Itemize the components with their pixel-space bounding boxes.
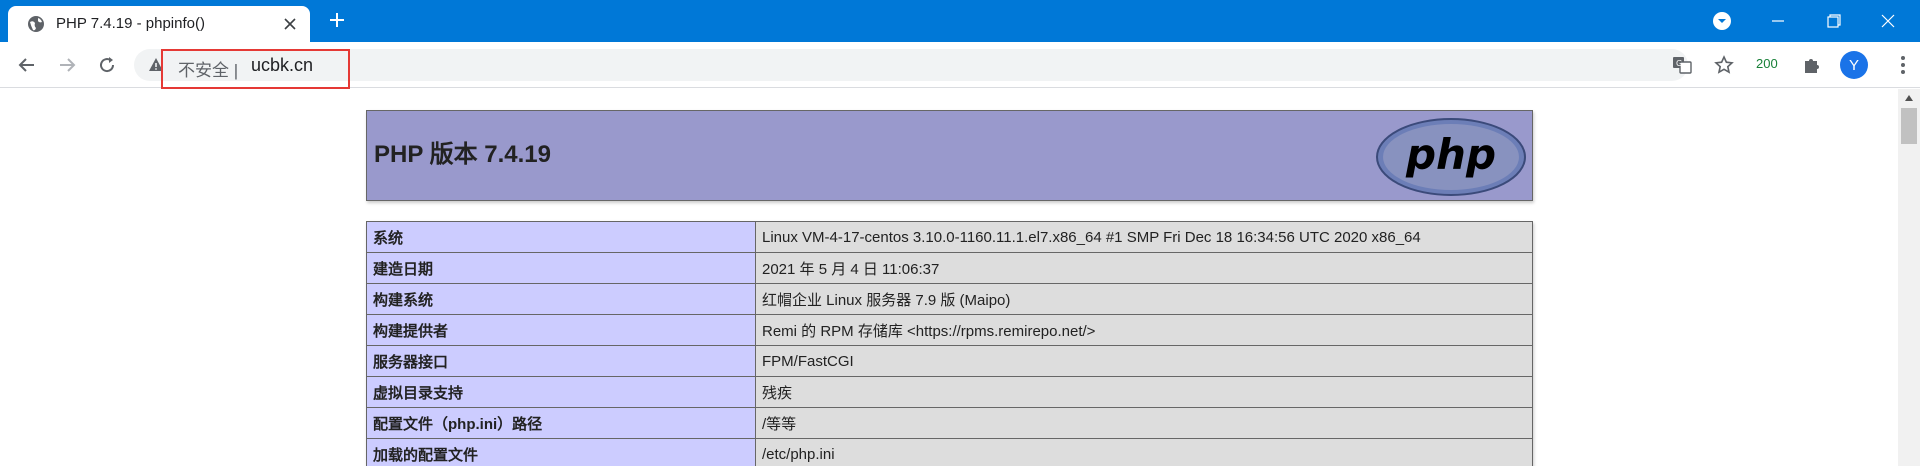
globe-icon — [28, 16, 44, 32]
forward-arrow-icon[interactable] — [53, 51, 81, 79]
php-logo-text: php — [1405, 130, 1496, 179]
restore-icon[interactable] — [1818, 6, 1850, 36]
row-label: 构建提供者 — [366, 314, 756, 346]
close-window-icon[interactable] — [1872, 6, 1904, 36]
row-value: 2021 年 5 月 4 日 11:06:37 — [755, 252, 1533, 284]
row-label: 建造日期 — [366, 252, 756, 284]
row-value: Remi 的 RPM 存储库 <https://rpms.remirepo.ne… — [755, 314, 1533, 346]
table-row: 加载的配置文件/etc/php.ini — [366, 438, 1533, 466]
profile-dropdown-icon[interactable] — [1706, 6, 1738, 36]
table-row: 构建系统 红帽企业 Linux 服务器 7.9 版 (Maipo) — [366, 283, 1533, 315]
row-value: /etc/php.ini — [755, 438, 1533, 466]
title-bar: PHP 7.4.19 - phpinfo() — [0, 0, 1920, 42]
row-label: 服务器接口 — [366, 345, 756, 377]
translate-icon[interactable]: G — [1672, 55, 1692, 75]
row-value: Linux VM-4-17-centos 3.10.0-1160.11.1.el… — [755, 221, 1533, 253]
row-label: 配置文件（php.ini）路径 — [366, 407, 756, 439]
profile-avatar[interactable]: Y — [1840, 51, 1868, 79]
php-header: PHP 版本 7.4.19 php — [366, 110, 1533, 201]
row-value: FPM/FastCGI — [755, 345, 1533, 377]
new-tab-icon[interactable] — [326, 9, 348, 31]
table-row: 构建提供者 Remi 的 RPM 存储库 <https://rpms.remire… — [366, 314, 1533, 346]
row-label: 加载的配置文件 — [366, 438, 756, 466]
row-value: 残疾 — [755, 376, 1533, 408]
info-table: 系统 Linux VM-4-17-centos 3.10.0-1160.11.1.… — [366, 221, 1533, 466]
address-bar[interactable]: 不安全 | ucbk.cn G — [134, 49, 1692, 81]
scroll-up-arrow-icon[interactable] — [1904, 94, 1914, 102]
scrollbar[interactable] — [1898, 89, 1920, 466]
back-arrow-icon[interactable] — [13, 51, 41, 79]
extension-badge[interactable]: 200 — [1756, 56, 1778, 71]
reload-icon[interactable] — [93, 51, 121, 79]
tab-title: PHP 7.4.19 - phpinfo() — [56, 15, 205, 32]
row-label: 构建系统 — [366, 283, 756, 315]
page-content: PHP 版本 7.4.19 php 系统 Linux VM-4-17-centos… — [0, 89, 1898, 466]
table-row: 系统 Linux VM-4-17-centos 3.10.0-1160.11.1.… — [366, 221, 1533, 253]
annotation-highlight-box — [161, 49, 350, 89]
page-title: PHP 版本 7.4.19 — [374, 141, 551, 168]
row-value: 红帽企业 Linux 服务器 7.9 版 (Maipo) — [755, 283, 1533, 315]
extensions-puzzle-icon[interactable] — [1798, 51, 1826, 79]
row-label: 虚拟目录支持 — [366, 376, 756, 408]
browser-tab[interactable]: PHP 7.4.19 - phpinfo() — [8, 6, 310, 42]
bookmark-star-icon[interactable] — [1710, 51, 1738, 79]
minimize-icon[interactable] — [1762, 6, 1794, 36]
table-row: 配置文件（php.ini）路径/等等 — [366, 407, 1533, 439]
row-value: /等等 — [755, 407, 1533, 439]
php-logo[interactable]: php — [1375, 117, 1527, 197]
table-row: 建造日期 2021 年 5 月 4 日 11:06:37 — [366, 252, 1533, 284]
scrollbar-thumb[interactable] — [1901, 108, 1917, 144]
more-menu-icon[interactable] — [1893, 53, 1913, 77]
svg-text:G: G — [1676, 59, 1682, 68]
close-tab-icon[interactable] — [280, 14, 300, 34]
row-label: 系统 — [366, 221, 756, 253]
table-row: 虚拟目录支持 残疾 — [366, 376, 1533, 408]
table-row: 服务器接口 FPM/FastCGI — [366, 345, 1533, 377]
